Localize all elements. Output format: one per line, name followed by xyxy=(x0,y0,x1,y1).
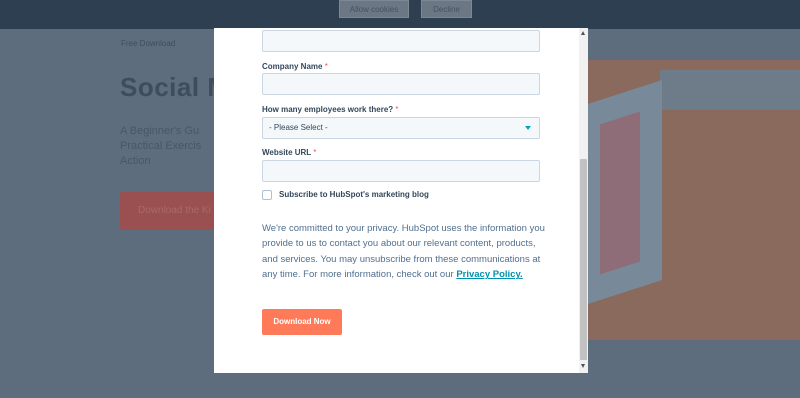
website-url-label-text: Website URL xyxy=(262,148,312,157)
download-form-modal: Company Name * How many employees work t… xyxy=(214,28,588,373)
company-name-label-text: Company Name xyxy=(262,62,323,71)
employees-label-text: How many employees work there? xyxy=(262,105,394,114)
privacy-policy-link[interactable]: Privacy Policy. xyxy=(456,269,522,280)
book-spine-illustration xyxy=(600,111,640,275)
subscribe-label[interactable]: Subscribe to HubSpot's marketing blog xyxy=(279,190,429,199)
caret-down-icon xyxy=(525,126,531,130)
download-kit-button: Download the Ki xyxy=(120,192,214,230)
required-marker: * xyxy=(395,105,399,114)
scrollbar-thumb[interactable] xyxy=(580,159,587,360)
employees-label: How many employees work there? * xyxy=(262,105,399,114)
subscribe-checkbox[interactable] xyxy=(262,190,272,200)
employees-select[interactable]: - Please Select - xyxy=(262,117,540,139)
website-url-input[interactable] xyxy=(262,160,540,182)
company-name-label: Company Name * xyxy=(262,62,328,71)
cookie-banner: Allow cookies Decline xyxy=(0,0,800,29)
modal-scrollbar[interactable] xyxy=(579,28,588,373)
decline-cookies-button[interactable]: Decline xyxy=(421,0,472,18)
arrow-down-icon[interactable] xyxy=(581,364,585,368)
breadcrumb: Free Download xyxy=(121,39,176,48)
allow-cookies-button[interactable]: Allow cookies xyxy=(339,0,409,18)
hero-illustration-shape xyxy=(660,70,800,110)
form-container: Company Name * How many employees work t… xyxy=(214,28,579,373)
required-marker: * xyxy=(324,62,328,71)
arrow-up-icon[interactable] xyxy=(581,31,585,35)
page-description: A Beginner's Gu Practical Exercis Action xyxy=(120,125,202,167)
privacy-notice: We're committed to your privacy. HubSpot… xyxy=(262,221,546,283)
employees-select-value: - Please Select - xyxy=(269,123,328,132)
required-marker: * xyxy=(313,148,317,157)
previous-field-input[interactable] xyxy=(262,30,540,52)
company-name-input[interactable] xyxy=(262,73,540,95)
website-url-label: Website URL * xyxy=(262,148,316,157)
download-now-button[interactable]: Download Now xyxy=(262,309,342,335)
